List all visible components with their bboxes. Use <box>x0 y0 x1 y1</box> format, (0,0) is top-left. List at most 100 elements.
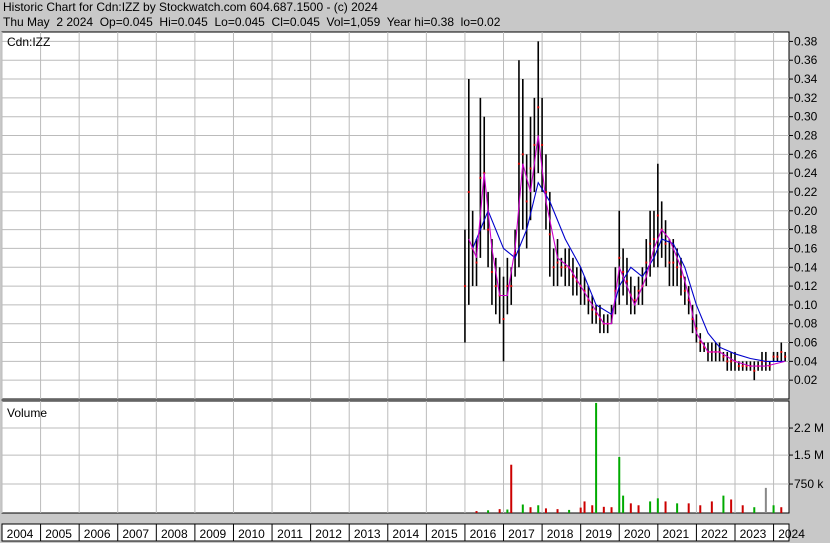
x-tick-label: 2020 <box>624 527 651 541</box>
close-mark <box>463 285 466 288</box>
volume-bar <box>579 507 582 513</box>
y-tick-label: 0.30 <box>794 110 818 124</box>
close-mark <box>776 355 779 358</box>
x-axis: 2004 2005 2006 2007 2008 2009 2010 2011 2012 2013… <box>1 524 805 541</box>
close-mark <box>517 162 520 165</box>
volume-bar <box>637 505 640 513</box>
close-mark <box>741 365 744 368</box>
x-tick-label: 2012 <box>315 527 342 541</box>
volume-bar <box>475 511 478 513</box>
close-mark <box>506 285 509 288</box>
x-tick-label: 2004 <box>7 527 34 541</box>
volume-bar <box>498 509 501 513</box>
close-mark <box>676 266 679 269</box>
volume-bar <box>780 507 783 513</box>
x-tick-label: 2015 <box>431 527 458 541</box>
y-tick-label: 0.34 <box>794 72 818 86</box>
x-tick-label: 2022 <box>701 527 728 541</box>
close-mark <box>537 106 540 109</box>
y-tick-label: 0.10 <box>794 298 818 312</box>
stock-chart: Cdn:IZZ 0.02 0.04 0.06 0.08 0.10 0.12 0.14 0.16… <box>1 31 824 542</box>
volume-bar <box>602 506 605 513</box>
y-tick-label: 1.5 M <box>794 448 824 462</box>
volume-bar <box>699 505 702 513</box>
volume-bar <box>529 507 532 513</box>
close-mark <box>560 266 563 269</box>
close-mark <box>652 238 655 241</box>
volume-bar <box>710 501 713 513</box>
close-mark <box>494 285 497 288</box>
volume-bar <box>610 507 613 513</box>
y-tick-label: 0.32 <box>794 91 818 105</box>
x-tick-label: 2010 <box>238 527 265 541</box>
volume-bar <box>764 487 767 513</box>
close-mark <box>475 261 478 264</box>
close-mark <box>780 350 783 353</box>
y-tick-label: 0.12 <box>794 279 818 293</box>
y-tick-label: 2.2 M <box>794 421 824 435</box>
close-mark <box>521 153 524 156</box>
close-mark <box>479 176 482 179</box>
close-mark <box>699 341 702 344</box>
volume-bar <box>521 504 524 513</box>
price-panel <box>1 31 790 400</box>
close-mark <box>656 214 659 217</box>
y-tick-label: 0.36 <box>794 53 818 67</box>
close-mark <box>625 280 628 283</box>
volume-bar <box>537 505 540 513</box>
x-tick-label: 2016 <box>470 527 497 541</box>
volume-bar <box>622 495 625 513</box>
volume-label: Volume <box>7 406 47 420</box>
close-mark <box>679 275 682 278</box>
close-mark <box>490 270 493 273</box>
volume-bar <box>730 499 733 513</box>
close-mark <box>591 308 594 311</box>
close-mark <box>633 299 636 302</box>
volume-bar <box>583 501 586 513</box>
close-mark <box>618 256 621 259</box>
x-tick-label: 2019 <box>585 527 612 541</box>
volume-bar <box>618 457 621 513</box>
x-tick-label: 2011 <box>277 527 303 541</box>
y-tick-label: 0.06 <box>794 336 818 350</box>
close-mark <box>552 266 555 269</box>
y-tick-label: 0.24 <box>794 166 818 180</box>
y-tick-label: 0.26 <box>794 147 818 161</box>
close-mark <box>664 242 667 245</box>
close-mark <box>683 289 686 292</box>
close-mark <box>529 167 532 170</box>
y-tick-label: 0.14 <box>794 260 818 274</box>
volume-bar <box>772 505 775 513</box>
x-tick-label: 2009 <box>200 527 227 541</box>
volume-bar <box>753 507 756 513</box>
volume-bar <box>506 509 509 513</box>
close-mark <box>622 270 625 273</box>
y-tick-label: 0.28 <box>794 129 818 143</box>
x-tick-label: 2024 <box>778 527 805 541</box>
y-tick-label: 0.18 <box>794 223 818 237</box>
close-mark <box>556 261 559 264</box>
close-mark <box>672 261 675 264</box>
y-tick-label: 0.16 <box>794 241 818 255</box>
volume-bar <box>510 464 513 513</box>
close-mark <box>525 200 528 203</box>
volume-bar <box>487 510 490 513</box>
volume-bar <box>741 505 744 513</box>
x-tick-label: 2018 <box>547 527 574 541</box>
x-tick-label: 2017 <box>508 527 535 541</box>
volume-bar <box>656 498 659 513</box>
price-y-axis: 0.02 0.04 0.06 0.08 0.10 0.12 0.14 0.16 0.18 0.20… <box>789 34 818 387</box>
close-mark <box>564 266 567 269</box>
volume-bar <box>568 509 571 513</box>
x-tick-label: 2006 <box>84 527 111 541</box>
close-mark <box>637 289 640 292</box>
volume-bar <box>591 505 594 513</box>
close-mark <box>595 313 598 316</box>
x-tick-label: 2014 <box>392 527 419 541</box>
x-tick-label: 2005 <box>45 527 72 541</box>
x-tick-label: 2023 <box>740 527 767 541</box>
volume-bar <box>595 402 598 513</box>
x-tick-label: 2021 <box>662 527 689 541</box>
volume-bar <box>664 501 667 513</box>
x-tick-label: 2013 <box>354 527 381 541</box>
